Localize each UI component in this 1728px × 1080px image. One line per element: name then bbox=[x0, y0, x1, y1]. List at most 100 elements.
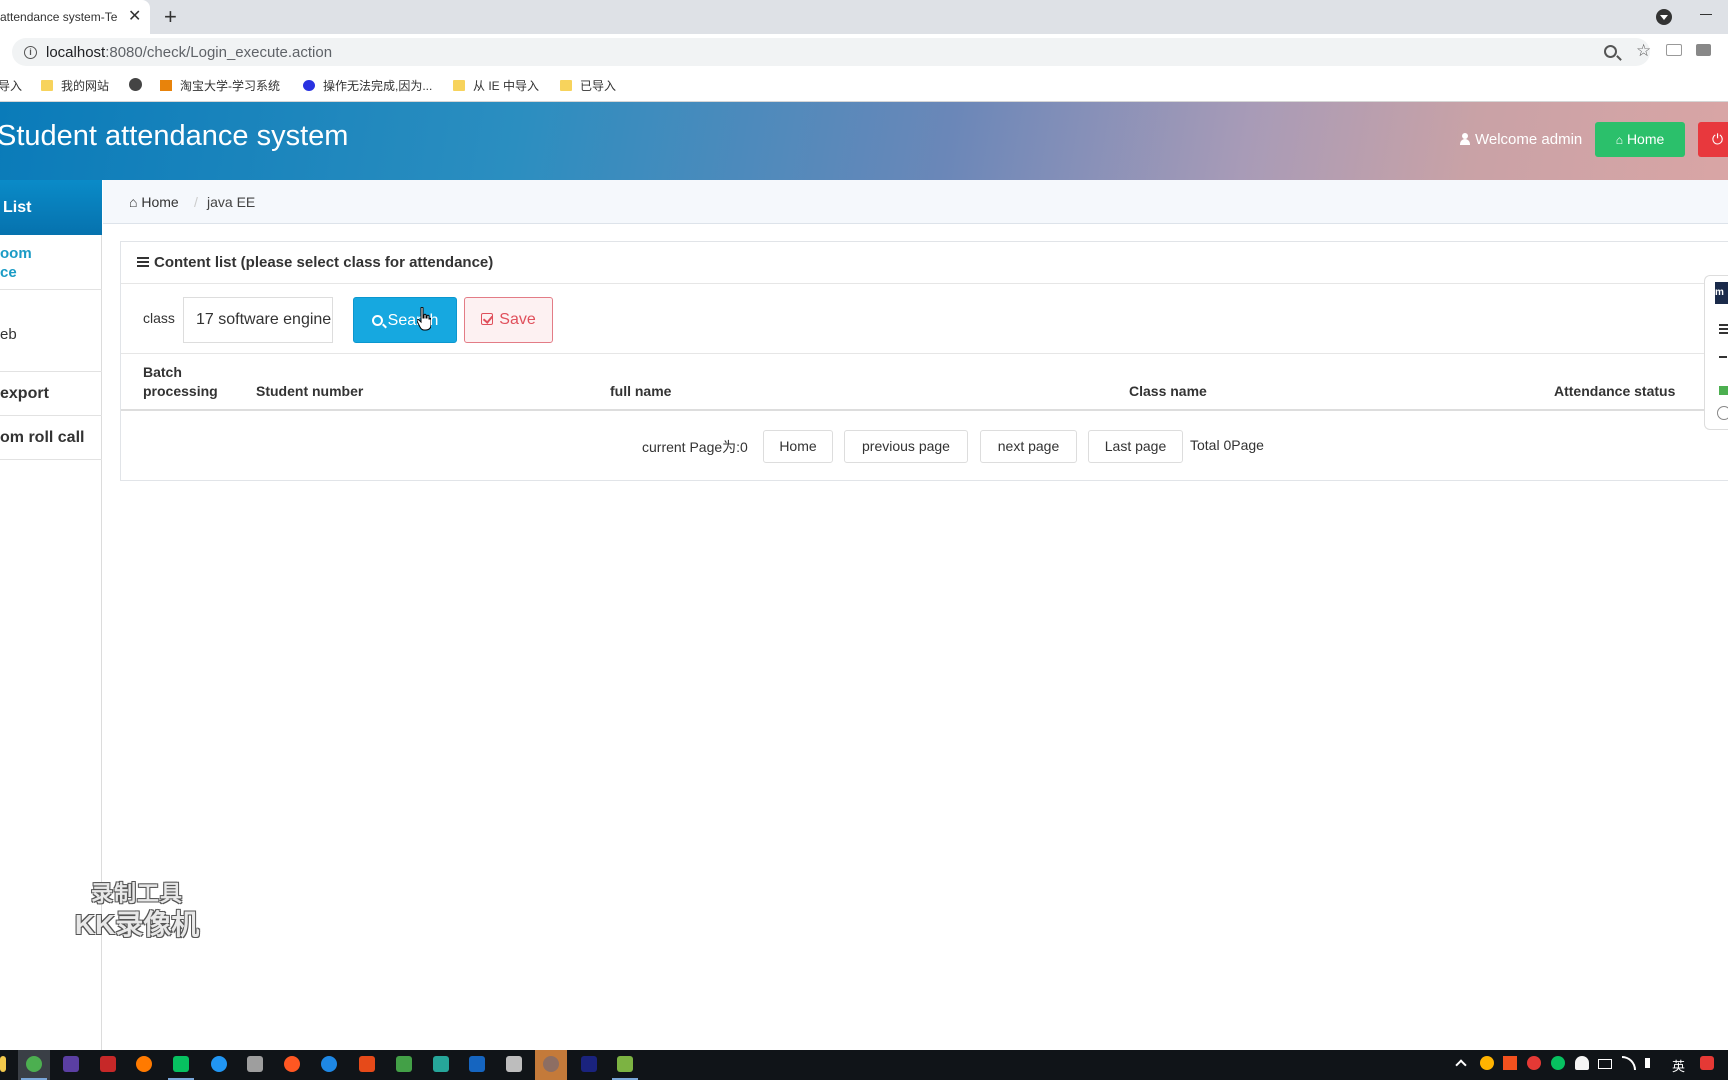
watermark-line: 录制工具 bbox=[90, 881, 183, 906]
class-select[interactable]: 17 software engine bbox=[183, 297, 333, 343]
extension-icon[interactable] bbox=[1666, 44, 1682, 56]
home-button[interactable]: ⌂ Home bbox=[1595, 122, 1685, 157]
app-icon[interactable] bbox=[433, 1056, 449, 1072]
taobao-icon bbox=[160, 80, 172, 91]
tray-icon[interactable] bbox=[1575, 1056, 1589, 1070]
previous-page-button[interactable]: previous page bbox=[844, 430, 968, 463]
sidebar-item-classroom-attendance[interactable]: oom ce bbox=[0, 235, 102, 290]
tray-icon[interactable] bbox=[1503, 1056, 1517, 1070]
zoom-icon[interactable] bbox=[1604, 45, 1617, 58]
tab-close-icon[interactable]: ✕ bbox=[128, 0, 141, 34]
notification-icon[interactable] bbox=[1700, 1056, 1714, 1070]
bookmark-star-icon[interactable]: ☆ bbox=[1636, 41, 1651, 61]
browser-tab-title: attendance system-Te bbox=[0, 10, 118, 24]
app-icon[interactable] bbox=[469, 1056, 485, 1072]
app-icon[interactable] bbox=[100, 1056, 116, 1072]
app-icon[interactable] bbox=[247, 1056, 263, 1072]
app-icon[interactable] bbox=[136, 1056, 152, 1072]
bookmark-item[interactable]: 从 IE 中导入 bbox=[453, 77, 539, 95]
browser-tab[interactable]: attendance system-Te ✕ bbox=[0, 0, 150, 34]
sidebar-item-roll-call[interactable]: om roll call bbox=[0, 416, 102, 460]
new-tab-icon[interactable]: + bbox=[164, 3, 177, 31]
bookmark-label: 导入 bbox=[0, 79, 23, 93]
breadcrumb: ⌂ Home / java EE bbox=[103, 180, 1728, 224]
file-explorer-icon[interactable] bbox=[0, 1056, 6, 1072]
home-icon: ⌂ bbox=[1615, 133, 1623, 147]
ide-icon[interactable] bbox=[63, 1056, 79, 1072]
bookmark-label: 从 IE 中导入 bbox=[473, 79, 540, 93]
bookmark-item[interactable]: 导入 bbox=[0, 77, 22, 95]
watermark-line: KK录像机 bbox=[74, 909, 200, 940]
menu-icon[interactable] bbox=[1719, 324, 1728, 326]
breadcrumb-separator: / bbox=[194, 194, 198, 210]
search-button[interactable]: Search bbox=[353, 297, 457, 343]
sidebar-header[interactable]: List bbox=[0, 180, 102, 235]
app-title: Student attendance system bbox=[0, 120, 349, 152]
bookmark-item[interactable]: 已导入 bbox=[560, 77, 616, 95]
app-icon[interactable] bbox=[506, 1056, 522, 1072]
wechat-tray-icon[interactable] bbox=[1551, 1056, 1565, 1070]
url-host: localhost bbox=[46, 44, 106, 61]
save-button-label: Save bbox=[499, 311, 536, 328]
chevron-up-icon[interactable] bbox=[1455, 1059, 1467, 1071]
omnibox[interactable]: i localhost:8080/check/Login_execute.act… bbox=[12, 38, 1651, 66]
keyboard-icon[interactable] bbox=[1598, 1059, 1612, 1069]
app-logo-icon[interactable]: m bbox=[1715, 282, 1728, 304]
chrome-icon[interactable] bbox=[26, 1056, 42, 1072]
sidebar-item-export[interactable]: export bbox=[0, 372, 102, 416]
url-text[interactable]: localhost:8080/check/Login_execute.actio… bbox=[46, 44, 332, 61]
mouse-cursor-icon bbox=[417, 307, 431, 331]
folder-icon bbox=[41, 80, 53, 91]
alert-icon[interactable] bbox=[1717, 406, 1728, 420]
browser-tabstrip: attendance system-Te ✕ + bbox=[0, 0, 1728, 34]
baidu-icon bbox=[303, 80, 315, 91]
app-icon[interactable] bbox=[211, 1056, 227, 1072]
cast-icon[interactable] bbox=[1719, 386, 1728, 395]
tab-search-icon[interactable] bbox=[1656, 9, 1672, 25]
bookmark-item[interactable] bbox=[129, 77, 150, 95]
next-page-button[interactable]: next page bbox=[980, 430, 1077, 463]
bookmark-item[interactable]: 淘宝大学-学习系统 bbox=[160, 77, 280, 95]
tray-icon[interactable] bbox=[1527, 1056, 1541, 1070]
breadcrumb-home[interactable]: ⌂ Home bbox=[129, 180, 179, 224]
first-page-button[interactable]: Home bbox=[763, 430, 833, 463]
app-icon[interactable] bbox=[321, 1056, 337, 1072]
wechat-icon[interactable] bbox=[173, 1056, 189, 1072]
logout-button[interactable]: ⏻ bbox=[1698, 122, 1728, 157]
breadcrumb-home-label: Home bbox=[141, 194, 179, 210]
expand-icon[interactable] bbox=[1719, 356, 1727, 358]
volume-icon[interactable] bbox=[1645, 1058, 1655, 1068]
network-icon[interactable] bbox=[1622, 1056, 1636, 1070]
total-pages-text: Total 0Page bbox=[1190, 437, 1264, 453]
minimize-icon[interactable] bbox=[1700, 14, 1712, 15]
app-icon[interactable] bbox=[396, 1056, 412, 1072]
power-icon: ⏻ bbox=[1712, 131, 1724, 147]
column-header-full-name: full name bbox=[610, 383, 672, 399]
menu-icon-line bbox=[1719, 328, 1728, 330]
app-icon[interactable] bbox=[617, 1056, 633, 1072]
globe-icon bbox=[129, 78, 142, 91]
app-icon[interactable] bbox=[359, 1056, 375, 1072]
save-button[interactable]: Save bbox=[464, 297, 553, 343]
column-header-class-name: Class name bbox=[1129, 383, 1207, 399]
screenshot-icon[interactable] bbox=[1696, 44, 1711, 56]
url-path: :8080/check/Login_execute.action bbox=[105, 44, 333, 61]
class-label: class bbox=[143, 310, 175, 326]
column-header-batch: Batch processing bbox=[143, 364, 218, 399]
breadcrumb-current: java EE bbox=[207, 194, 256, 210]
table-header: Batch processing Student number full nam… bbox=[121, 353, 1728, 411]
sidebar-item-label: oom bbox=[0, 245, 32, 262]
ime-indicator[interactable]: 英 bbox=[1672, 1056, 1685, 1075]
bookmark-item[interactable]: 操作无法完成,因为... bbox=[303, 77, 432, 95]
app-icon[interactable] bbox=[543, 1056, 559, 1072]
folder-icon bbox=[453, 80, 465, 91]
menu-icon-line bbox=[1719, 332, 1728, 334]
sidebar-item-web[interactable]: eb bbox=[0, 290, 102, 372]
tray-icon[interactable] bbox=[1480, 1056, 1494, 1070]
list-icon bbox=[137, 257, 149, 267]
site-info-icon[interactable]: i bbox=[24, 46, 37, 59]
bookmark-item[interactable]: 我的网站 bbox=[41, 77, 109, 95]
last-page-button[interactable]: Last page bbox=[1088, 430, 1183, 463]
app-icon[interactable] bbox=[284, 1056, 300, 1072]
app-icon[interactable] bbox=[581, 1056, 597, 1072]
